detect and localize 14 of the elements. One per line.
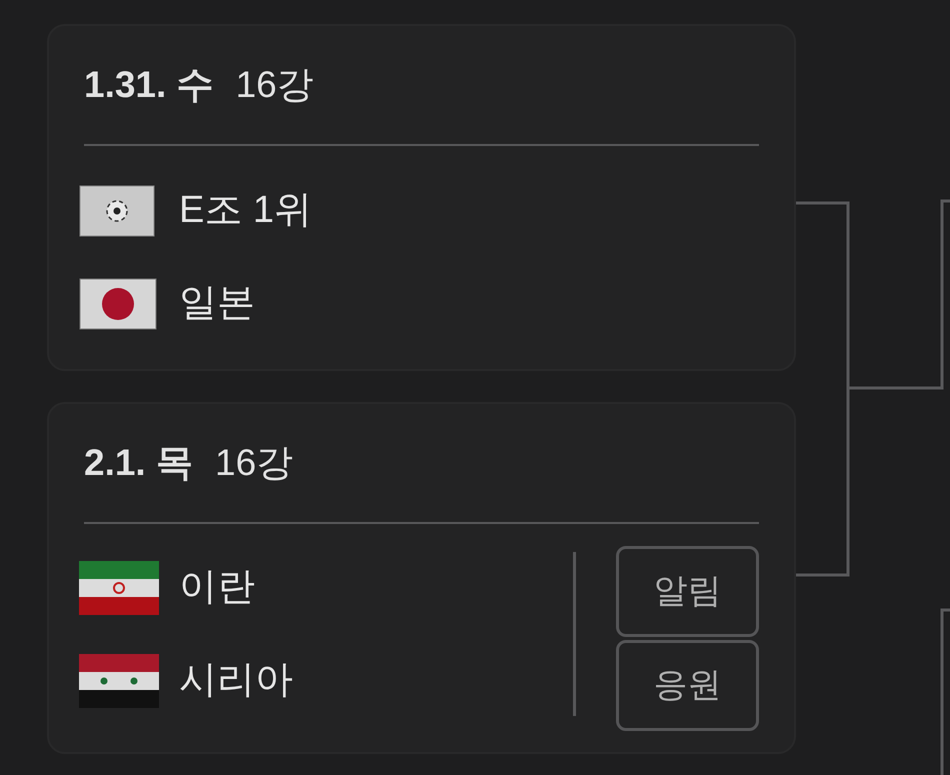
syria-flag-icon <box>79 654 159 708</box>
match-round: 16강 <box>215 441 294 486</box>
team-name: E조 1위 <box>179 188 312 233</box>
action-button[interactable]: 응원 <box>616 640 759 731</box>
iran-flag-icon <box>79 560 159 614</box>
team-name: 일본 <box>179 281 255 326</box>
team-name: 시리아 <box>179 658 293 703</box>
soccer-ball-flag-icon <box>79 184 155 236</box>
action-button[interactable]: 알림 <box>616 546 759 637</box>
match-date: 2.1. 목 <box>84 441 193 486</box>
team-name: 이란 <box>179 565 255 610</box>
match-date: 1.31. 수 <box>84 63 214 108</box>
match-round: 16강 <box>236 63 314 108</box>
japan-flag-icon <box>79 278 157 330</box>
